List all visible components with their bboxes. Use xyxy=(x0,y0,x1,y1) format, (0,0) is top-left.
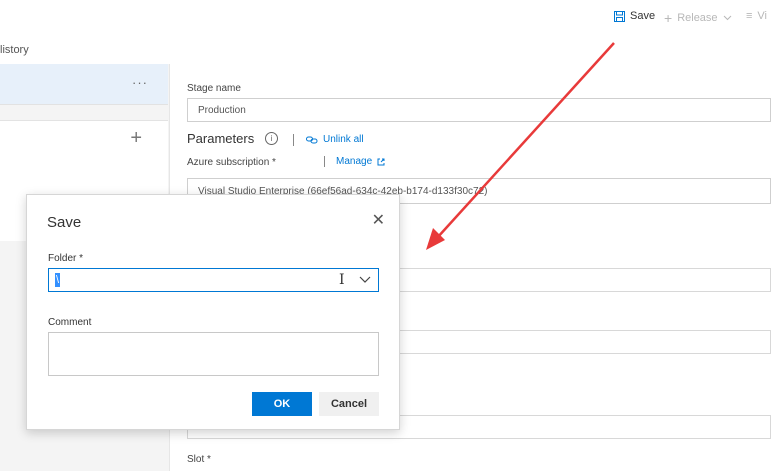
save-toolbar-button[interactable]: Save xyxy=(614,10,655,22)
release-toolbar-label: Release xyxy=(677,12,718,24)
view-toolbar-label: Vi xyxy=(757,10,768,22)
close-icon[interactable]: ✕ xyxy=(372,210,385,230)
view-toolbar-button[interactable]: ≡ Vi xyxy=(746,10,767,22)
save-dialog: Save ✕ Folder * \ I Comment OK Cancel xyxy=(26,194,400,430)
folder-value: \ xyxy=(55,273,61,287)
folder-select[interactable]: \ I xyxy=(48,268,379,292)
ok-button[interactable]: OK xyxy=(252,392,312,416)
dialog-title: Save xyxy=(47,214,82,231)
stage-item-selected[interactable]: ··· xyxy=(0,64,168,105)
list-icon: ≡ xyxy=(746,10,753,22)
info-icon[interactable]: i xyxy=(265,132,278,145)
app-service-input[interactable] xyxy=(387,268,771,292)
unlink-all-label: Unlink all xyxy=(323,134,364,145)
resource-group-input[interactable] xyxy=(387,330,771,354)
external-link-icon xyxy=(377,158,385,165)
stage-name-value: Production xyxy=(198,105,246,116)
floppy-disk-icon xyxy=(614,10,625,22)
azure-subscription-label: Azure subscription * xyxy=(187,157,276,168)
parameters-heading: Parameters xyxy=(187,131,255,146)
stage-name-input[interactable]: Production xyxy=(187,98,771,122)
comment-textarea[interactable] xyxy=(48,332,379,376)
slot-label: Slot * xyxy=(187,454,211,465)
toolbar: Save + Release ≡ Vi xyxy=(0,0,771,36)
more-options-icon[interactable]: ··· xyxy=(132,75,148,90)
link-icon xyxy=(306,136,318,143)
chevron-down-icon[interactable] xyxy=(358,272,372,286)
add-task-row[interactable]: + xyxy=(0,120,168,160)
stage-name-label: Stage name xyxy=(187,83,241,94)
manage-link[interactable]: Manage xyxy=(336,156,385,167)
separator xyxy=(293,134,294,146)
manage-label: Manage xyxy=(336,156,373,167)
release-toolbar-button[interactable]: + Release xyxy=(664,10,732,26)
add-icon[interactable]: + xyxy=(130,127,142,150)
plus-icon: + xyxy=(664,10,673,26)
tab-history[interactable]: listory xyxy=(0,44,29,56)
folder-label: Folder * xyxy=(48,253,84,264)
chevron-down-icon xyxy=(723,15,731,21)
subscription-value-tail: 0c72) xyxy=(462,186,488,197)
unlink-all-link[interactable]: Unlink all xyxy=(306,134,364,145)
separator xyxy=(324,156,325,167)
cancel-button[interactable]: Cancel xyxy=(319,392,379,416)
text-cursor-icon: I xyxy=(339,272,345,288)
save-toolbar-label: Save xyxy=(630,10,656,22)
comment-label: Comment xyxy=(48,317,92,328)
